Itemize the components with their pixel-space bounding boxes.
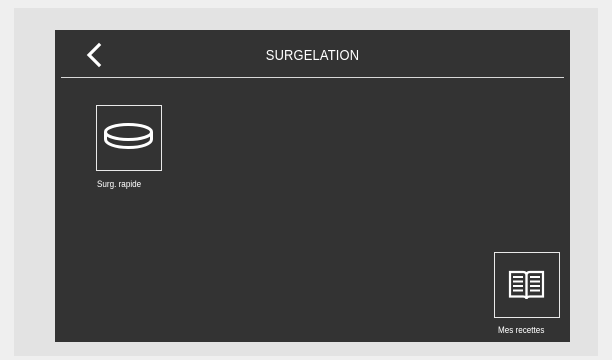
program-label: Surg. rapide bbox=[97, 179, 142, 189]
program-tile-surg-rapide[interactable] bbox=[96, 105, 162, 171]
page-title: SURGELATION bbox=[265, 47, 360, 64]
header-bar: SURGELATION bbox=[55, 30, 570, 78]
my-recipes-button[interactable] bbox=[494, 252, 560, 318]
header-divider bbox=[61, 77, 564, 78]
my-recipes-label: Mes recettes bbox=[498, 325, 545, 335]
open-book-icon bbox=[508, 270, 545, 300]
plate-icon bbox=[104, 123, 153, 150]
touch-screen: SURGELATION Surg. rapide Mes recettes bbox=[55, 30, 570, 342]
